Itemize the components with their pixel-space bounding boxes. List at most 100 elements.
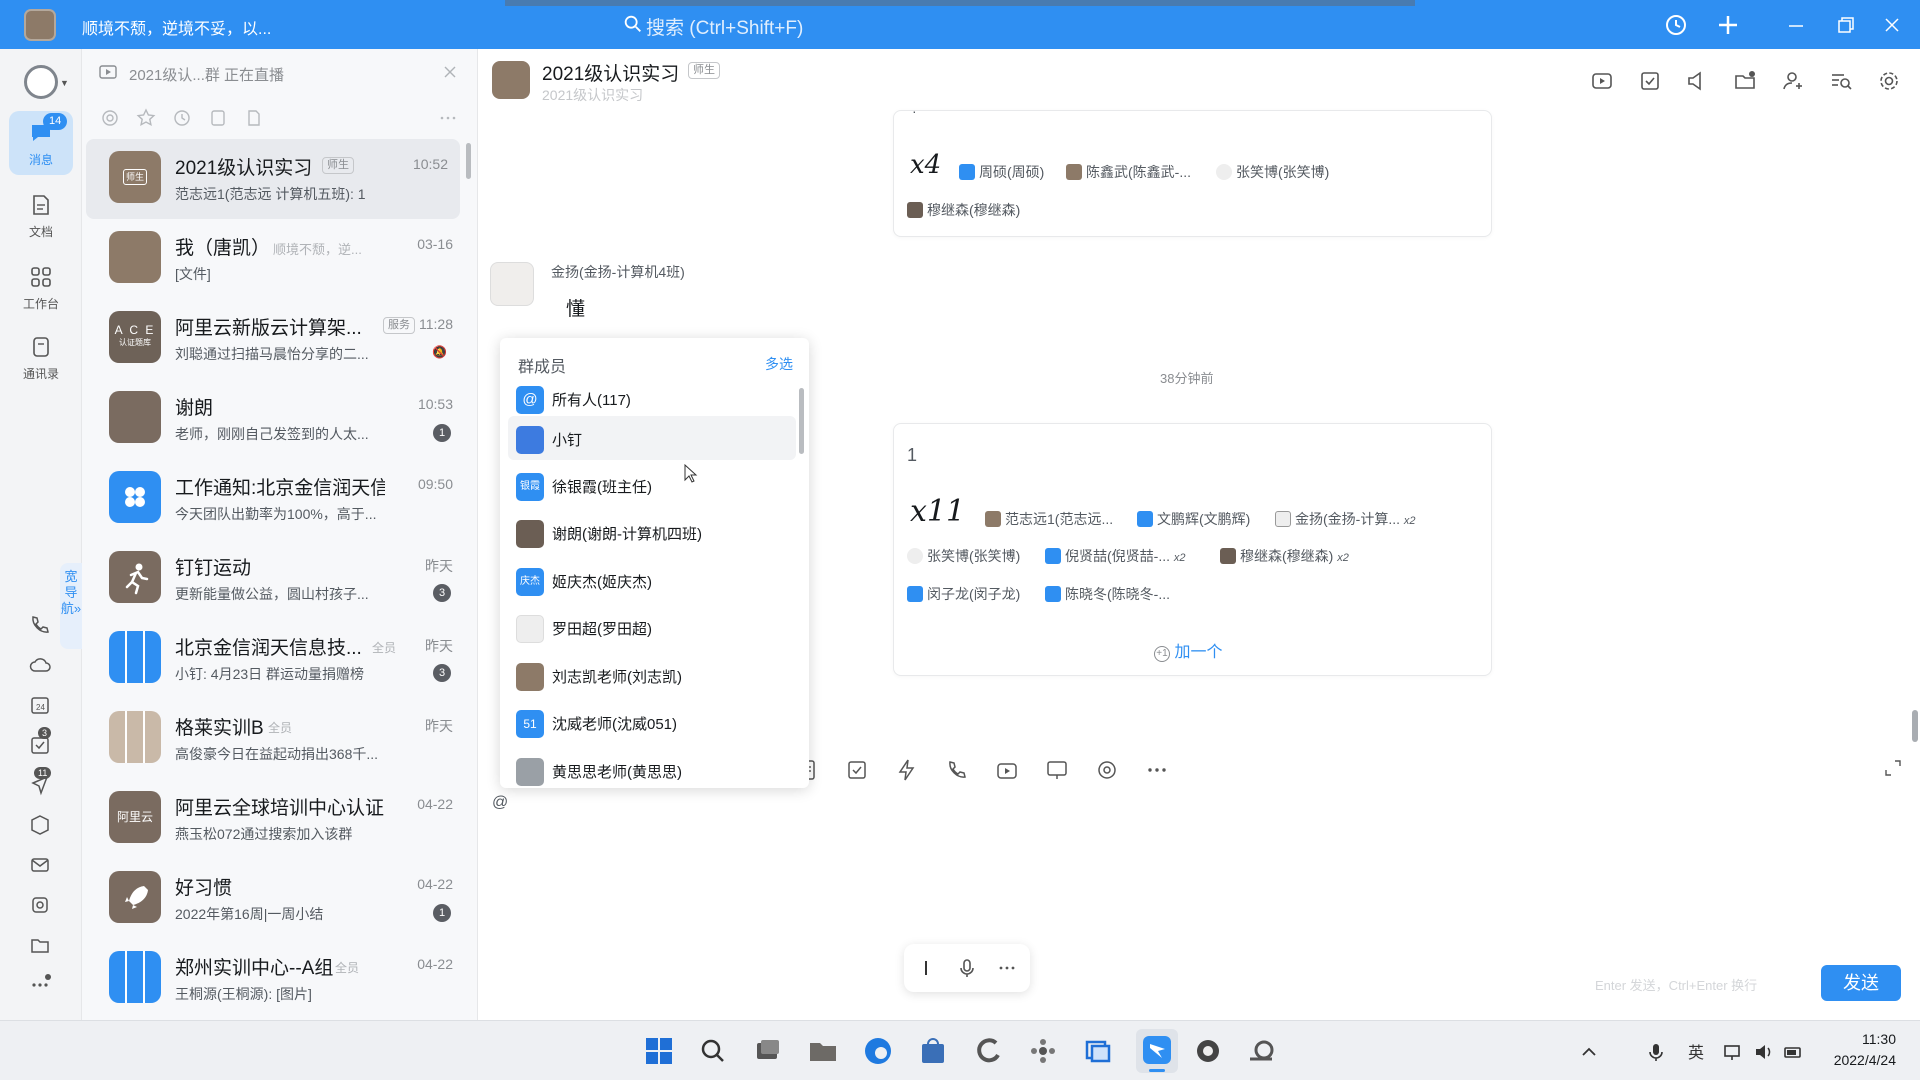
cube-icon[interactable]	[28, 813, 52, 837]
clock-icon[interactable]	[172, 108, 192, 128]
system-clock[interactable]: 11:30 2022/4/24	[1818, 1029, 1896, 1071]
chat-title[interactable]: 2021级认识实习	[542, 59, 679, 86]
conversation-item[interactable]: 郑州实训中心--A组 全员 04-22 王桐源(王桐源): [图片]	[82, 939, 465, 1019]
live-banner[interactable]: 2021级认...群 正在直播	[82, 49, 478, 95]
send-button[interactable]: 发送	[1821, 965, 1901, 1001]
user-status-avatar[interactable]	[24, 9, 56, 41]
target-icon[interactable]	[1095, 758, 1119, 782]
add-member-icon[interactable]	[1781, 69, 1805, 93]
nav-item-docs[interactable]: 文档	[9, 183, 73, 247]
group-files-icon[interactable]	[1733, 69, 1757, 93]
task-icon[interactable]	[1638, 69, 1662, 93]
folder-icon[interactable]	[28, 933, 52, 957]
restore-icon[interactable]	[1831, 11, 1859, 39]
expand-icon[interactable]	[1883, 758, 1903, 778]
nav-item-contacts[interactable]: 通讯录	[9, 325, 73, 389]
member-item[interactable]: 罗田超(罗田超)	[508, 605, 796, 649]
nav-item-messages[interactable]: 消息 14	[9, 111, 73, 175]
list-scrollbar[interactable]	[466, 143, 471, 179]
phone-icon[interactable]	[945, 758, 969, 782]
app-fan-icon[interactable]	[1027, 1035, 1059, 1067]
minimize-icon[interactable]	[1782, 11, 1810, 39]
member-item[interactable]: 庆杰 姬庆杰(姬庆杰)	[508, 558, 796, 602]
more-icon[interactable]	[438, 108, 458, 128]
mail-icon[interactable]	[28, 853, 52, 877]
nav-item-workbench[interactable]: 工作台	[9, 255, 73, 319]
conversation-item[interactable]: 谢朗 10:53 老师，刚刚自己发签到的人太... 1	[82, 379, 465, 459]
member-item[interactable]: 黄思思老师(黄思思)	[508, 748, 796, 788]
profile-avatar[interactable]	[24, 65, 58, 99]
network-icon[interactable]	[1722, 1041, 1744, 1063]
ime-indicator[interactable]: 英	[1685, 1039, 1707, 1062]
history-icon[interactable]	[1662, 11, 1690, 39]
store-icon[interactable]	[917, 1035, 949, 1067]
close-icon[interactable]	[442, 64, 458, 80]
conversation-item[interactable]: A C E 认证题库 阿里云新版云计算架... 服务 11:28 刘聪通过扫描马晨…	[82, 299, 465, 379]
ding-button[interactable]: 11	[28, 767, 52, 797]
doc-icon[interactable]	[208, 108, 228, 128]
chat-scrollbar[interactable]	[1912, 710, 1918, 742]
more-icon[interactable]	[28, 971, 52, 995]
edge-browser-icon[interactable]	[862, 1035, 894, 1067]
app-window-icon[interactable]	[1082, 1035, 1114, 1067]
volume-icon[interactable]	[1752, 1041, 1774, 1063]
chevron-up-icon[interactable]	[1578, 1041, 1600, 1063]
star-icon[interactable]	[136, 108, 156, 128]
member-item[interactable]: 小钉	[508, 416, 796, 460]
at-icon[interactable]	[100, 108, 120, 128]
microphone-icon[interactable]	[956, 957, 978, 979]
popup-scrollbar[interactable]	[799, 388, 804, 454]
add-icon[interactable]	[1714, 11, 1742, 39]
todo-button[interactable]: 3	[28, 727, 52, 757]
member-item[interactable]: 刘志凯老师(刘志凯)	[508, 653, 796, 697]
conversation-item[interactable]: 格莱实训B 全员 昨天 高俊豪今日在益起动捐出368千...	[82, 699, 465, 779]
plus-one-button[interactable]: +1 加一个	[1154, 638, 1222, 662]
announcement-icon[interactable]	[1685, 69, 1709, 93]
chat-avatar[interactable]	[492, 61, 530, 99]
meeting-icon[interactable]	[28, 893, 52, 917]
close-icon[interactable]	[1878, 11, 1906, 39]
snail-app-icon[interactable]	[1246, 1035, 1278, 1067]
search-box[interactable]: 搜索 (Ctrl+Shift+F)	[505, 0, 1415, 49]
member-item[interactable]: 谢朗(谢朗-计算机四班)	[508, 510, 796, 554]
member-item[interactable]: 51 沈威老师(沈威051)	[508, 700, 796, 744]
conversation-item[interactable]: 工作通知:北京金信润天信... 09:50 今天团队出勤率为100%，高于...	[82, 459, 465, 539]
conversation-item[interactable]: 我（唐凯） 顺境不颓，逆... 03-16 [文件]	[82, 219, 465, 299]
task-view-icon[interactable]	[752, 1035, 784, 1067]
conversation-item[interactable]: 钉钉运动 昨天 更新能量做公益，圆山村孩子... 3	[82, 539, 465, 619]
microphone-icon[interactable]	[1645, 1041, 1667, 1063]
more-icon[interactable]	[1145, 758, 1169, 782]
conversation-item[interactable]: 北京金信润天信息技... 全员 昨天 小钉: 4月23日 群运动量捐赠榜 3	[82, 619, 465, 699]
file-explorer-icon[interactable]	[807, 1035, 839, 1067]
conversation-item[interactable]: 阿里云 阿里云全球培训中心认证... 04-22 燕玉松072通过搜索加入该群	[82, 779, 465, 859]
more-icon[interactable]	[996, 957, 1018, 979]
search-history-icon[interactable]	[1829, 69, 1853, 93]
gear-icon[interactable]	[1877, 69, 1901, 93]
chevron-down-icon[interactable]: ▼	[60, 78, 69, 88]
calendar-icon[interactable]: 24	[28, 693, 52, 717]
member-item[interactable]: 银霞 徐银霞(班主任)	[508, 463, 796, 507]
dingtalk-taskbar-button[interactable]	[1136, 1029, 1178, 1073]
phone-icon[interactable]	[28, 613, 52, 637]
screen-share-icon[interactable]	[1045, 758, 1069, 782]
live-icon[interactable]	[995, 758, 1019, 782]
wide-nav-toggle[interactable]: 宽导航»	[60, 563, 82, 649]
task-icon[interactable]	[845, 758, 869, 782]
windows-start-icon[interactable]	[643, 1035, 675, 1067]
text-cursor-icon[interactable]	[916, 958, 936, 978]
search-icon[interactable]	[697, 1035, 729, 1067]
conversation-item[interactable]: 好习惯 04-22 2022年第16周|一周小结 1	[82, 859, 465, 939]
battery-icon[interactable]	[1782, 1041, 1804, 1063]
file-icon[interactable]	[244, 108, 264, 128]
sender-avatar[interactable]	[490, 262, 534, 306]
live-icon[interactable]	[1590, 69, 1614, 93]
flash-icon[interactable]	[895, 758, 919, 782]
message-input[interactable]: @	[492, 794, 508, 812]
camera-app-icon[interactable]	[1192, 1035, 1224, 1067]
member-item[interactable]: @ 所有人(117)	[508, 376, 796, 420]
conversation-item[interactable]: 师生 2021级认识实习 师生 10:52 范志远1(范志远 计算机五班): 1	[86, 139, 460, 219]
multi-select-button[interactable]: 多选	[765, 354, 793, 374]
status-text[interactable]: 顺境不颓，逆境不妥，以...	[82, 15, 271, 39]
cloud-icon[interactable]	[28, 653, 52, 677]
app-c-icon[interactable]	[972, 1035, 1004, 1067]
